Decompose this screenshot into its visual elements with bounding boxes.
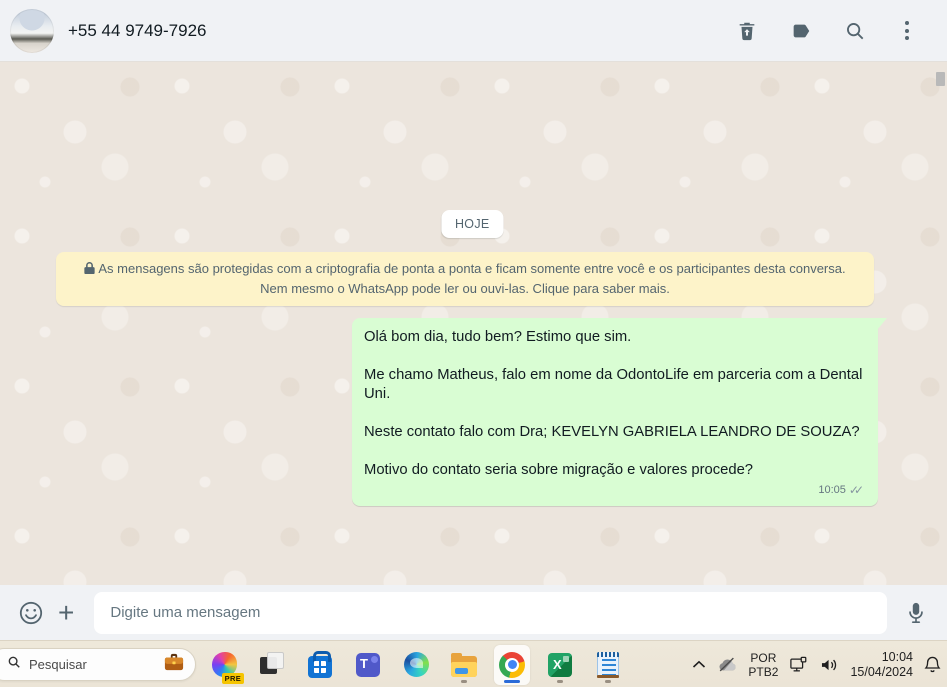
- message-meta: 10:05 ✓✓: [364, 483, 864, 498]
- header-actions: [735, 19, 917, 43]
- taskbar-search-placeholder: Pesquisar: [29, 657, 87, 672]
- message-input[interactable]: [94, 591, 887, 634]
- taskbar-task-view-button[interactable]: [254, 645, 290, 685]
- notepad-icon: [597, 652, 619, 678]
- taskbar-search-box[interactable]: Pesquisar: [0, 648, 196, 681]
- search-icon: [7, 655, 21, 674]
- excel-icon: [548, 652, 572, 677]
- file-explorer-icon: [451, 652, 477, 677]
- chat-header: +55 44 9749-7926: [0, 0, 947, 62]
- copilot-pre-badge: PRE: [221, 672, 244, 684]
- google-chrome-icon: [499, 651, 525, 678]
- taskbar-notepad-button[interactable]: [590, 645, 626, 685]
- message-text: Neste contato falo com Dra; KEVELYN GABR…: [364, 424, 860, 440]
- message-timestamp: 10:05: [818, 484, 846, 496]
- onedrive-paused-icon[interactable]: [717, 657, 737, 672]
- microphone-icon[interactable]: [903, 600, 929, 626]
- bell-icon[interactable]: [924, 655, 941, 674]
- windows-taskbar: Pesquisar PRE T X POR PTB2 10:04 15/04/2…: [0, 640, 947, 687]
- message-text: Olá bom dia, tudo bem? Estimo que sim.: [364, 329, 632, 345]
- volume-icon[interactable]: [820, 657, 839, 673]
- running-indicator: [605, 679, 611, 683]
- encryption-notice[interactable]: As mensagens são protegidas com a cripto…: [56, 252, 874, 306]
- menu-kebab-icon[interactable]: [897, 19, 917, 42]
- taskbar-excel-button[interactable]: [542, 645, 578, 685]
- chat-scrollbar-thumb[interactable]: [936, 72, 945, 86]
- label-icon[interactable]: [789, 19, 813, 43]
- microsoft-teams-icon: [356, 652, 380, 677]
- language-line1: POR: [750, 650, 777, 665]
- emoji-smiley-icon[interactable]: [18, 600, 44, 626]
- encryption-notice-text: As mensagens são protegidas com a cripto…: [98, 261, 846, 296]
- date-badge: HOJE: [440, 210, 504, 238]
- chat-body: HOJE As mensagens são protegidas com a c…: [0, 62, 947, 585]
- language-indicator[interactable]: POR PTB2: [748, 651, 778, 679]
- microsoft-store-icon: [308, 650, 332, 678]
- active-indicator: [504, 679, 520, 683]
- outgoing-message-group: Olá bom dia, tudo bem? Estimo que sim. M…: [352, 318, 887, 506]
- network-display-icon[interactable]: [789, 656, 809, 674]
- system-tray: POR PTB2 10:04 15/04/2024: [692, 641, 941, 687]
- delete-trash-icon[interactable]: [735, 19, 759, 43]
- message-bubble[interactable]: Olá bom dia, tudo bem? Estimo que sim. M…: [352, 318, 887, 506]
- language-line2: PTB2: [748, 664, 779, 679]
- message-text: Me chamo Matheus, falo em nome da Odonto…: [364, 367, 863, 402]
- attach-plus-icon[interactable]: +: [58, 598, 74, 626]
- contact-phone-title[interactable]: +55 44 9749-7926: [68, 21, 735, 41]
- taskbar-file-explorer-button[interactable]: [446, 645, 482, 685]
- contact-avatar[interactable]: [10, 8, 54, 53]
- taskbar-chrome-button[interactable]: [494, 644, 530, 685]
- briefcase-icon: [163, 652, 185, 677]
- clock-date: 15/04/2024: [850, 664, 913, 679]
- chevron-up-icon[interactable]: [692, 660, 706, 669]
- taskbar-edge-button[interactable]: [398, 645, 434, 685]
- taskbar-copilot-button[interactable]: PRE: [206, 645, 244, 685]
- running-indicator: [557, 679, 563, 683]
- taskbar-app-icons: PRE: [206, 641, 626, 687]
- running-indicator: [461, 679, 467, 683]
- search-icon[interactable]: [843, 19, 867, 43]
- taskbar-clock[interactable]: 10:04 15/04/2024: [850, 650, 913, 680]
- taskbar-teams-button[interactable]: [350, 645, 386, 685]
- lock-icon: [84, 260, 96, 279]
- clock-time: 10:04: [881, 649, 913, 664]
- microsoft-edge-icon: [403, 652, 429, 677]
- bubble-tail: [877, 318, 887, 330]
- taskbar-microsoft-store-button[interactable]: [302, 645, 338, 685]
- delivered-double-check-icon: ✓✓: [848, 483, 864, 497]
- message-composer: +: [0, 585, 947, 640]
- message-text: Motivo do contato seria sobre migração e…: [364, 462, 754, 478]
